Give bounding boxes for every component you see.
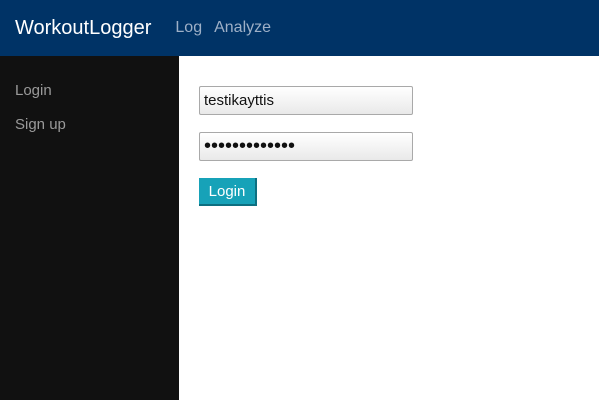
login-form: Login	[179, 56, 599, 400]
username-input[interactable]	[199, 86, 413, 115]
sidebar: Login Sign up	[0, 56, 179, 400]
top-navbar: WorkoutLogger Log Analyze	[0, 0, 599, 56]
nav-link-analyze[interactable]: Analyze	[214, 19, 271, 37]
nav-link-log[interactable]: Log	[175, 19, 202, 37]
login-button[interactable]: Login	[199, 178, 257, 206]
password-input[interactable]	[199, 132, 413, 161]
brand-link[interactable]: WorkoutLogger	[15, 17, 151, 40]
sidebar-item-sign-up[interactable]: Sign up	[0, 115, 179, 135]
sidebar-item-login[interactable]: Login	[0, 81, 179, 101]
